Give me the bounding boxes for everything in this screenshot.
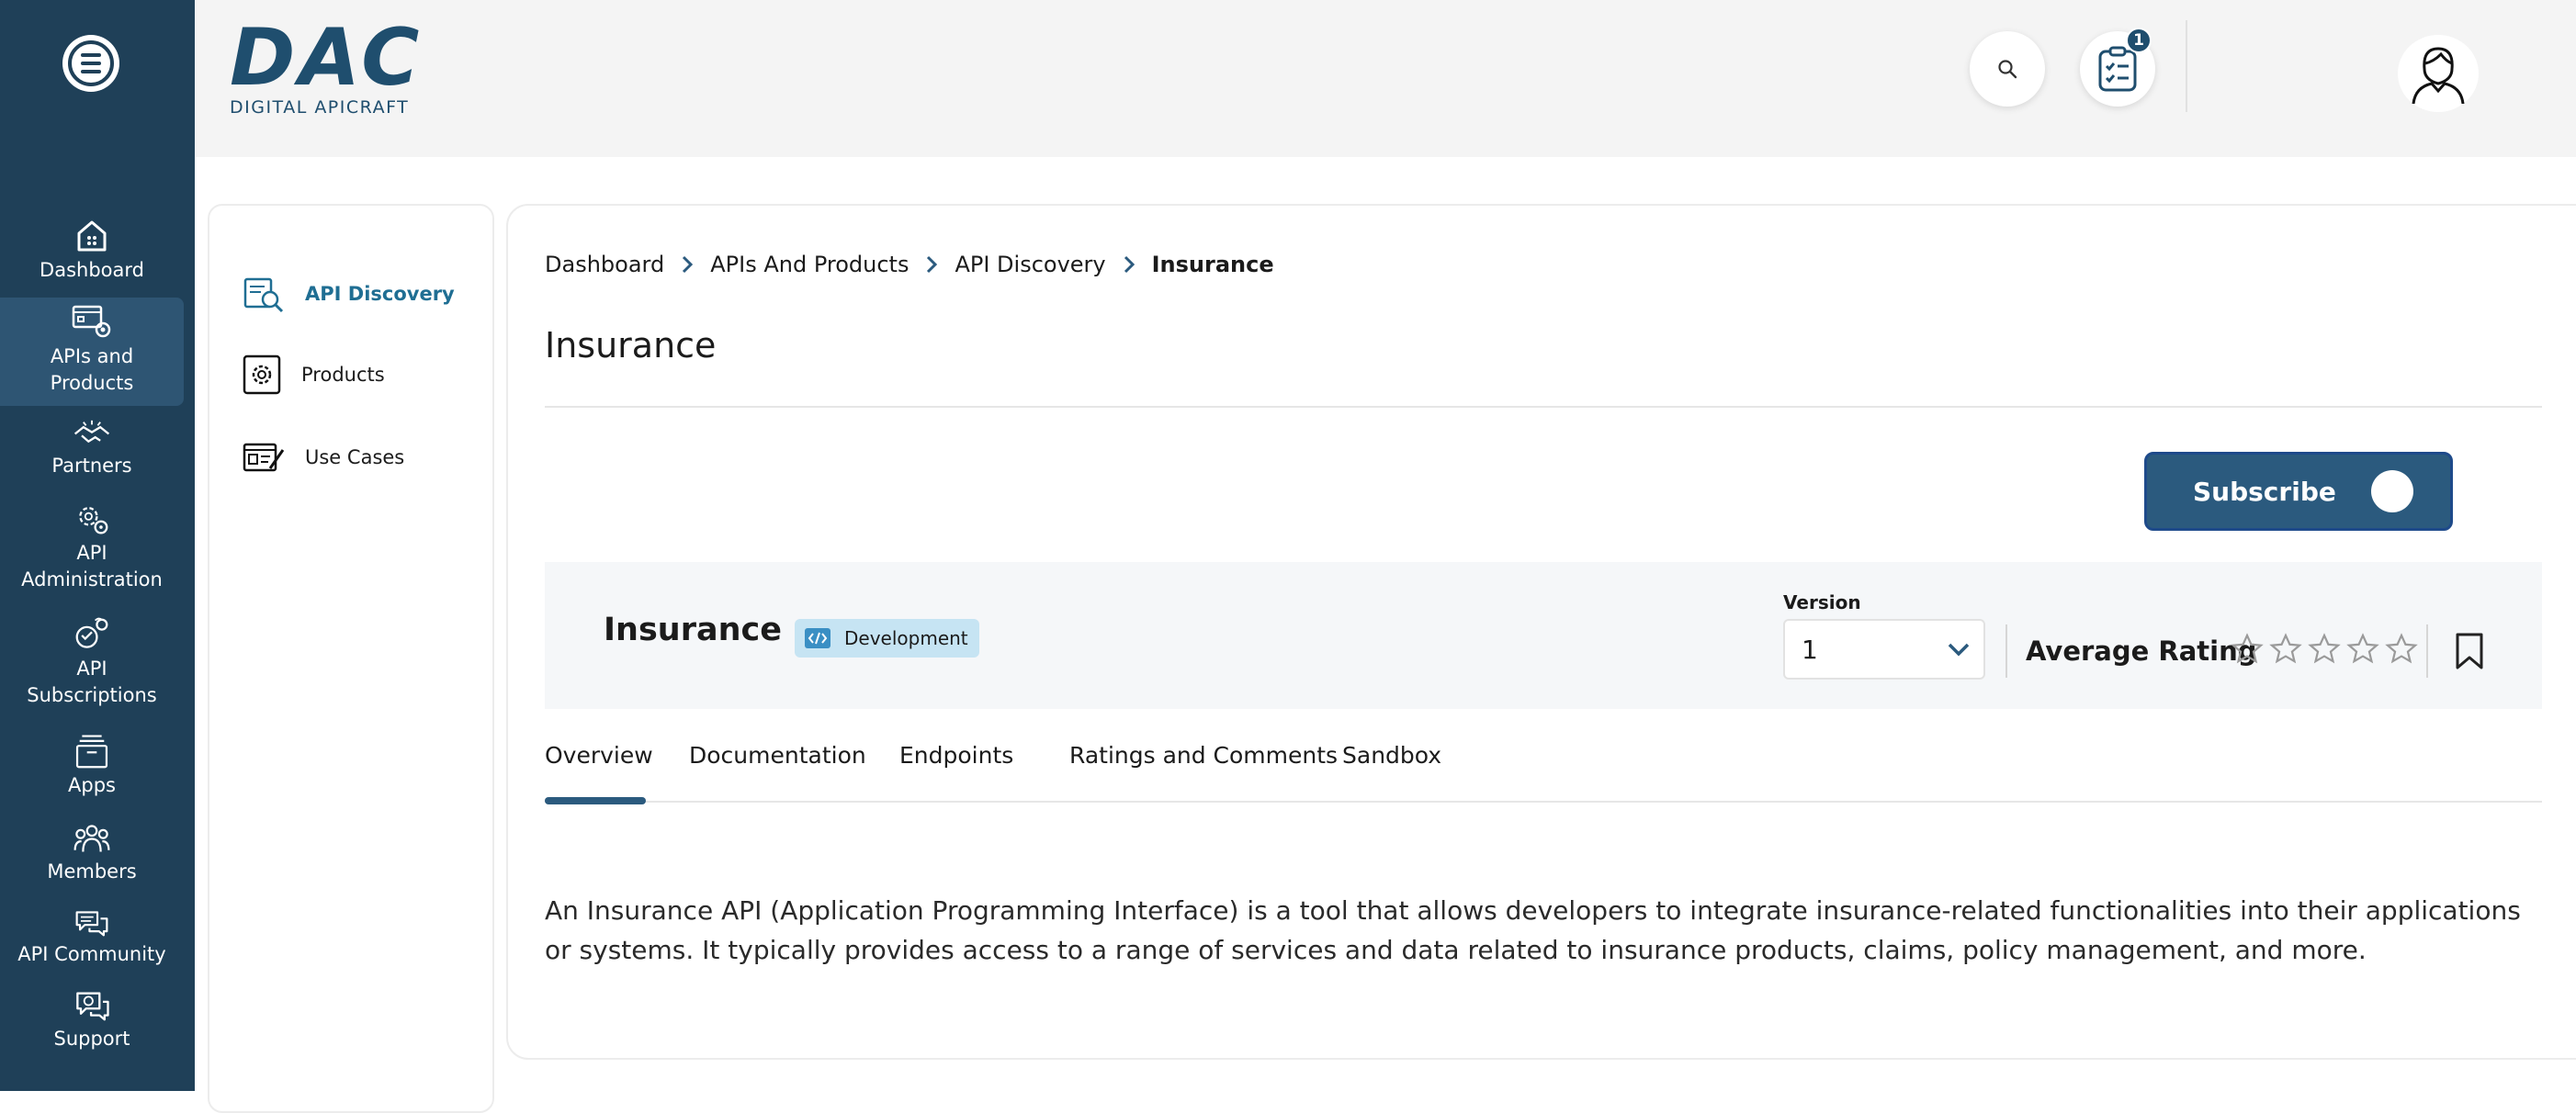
bookmark-button[interactable] [2454,632,2485,674]
star-icon[interactable] [2345,632,2380,667]
api-community-icon [75,911,108,937]
sidebar-item-label: API Community [17,943,166,965]
breadcrumb-dashboard[interactable]: Dashboard [545,252,664,277]
breadcrumb: Dashboard APIs And Products API Discover… [545,252,1274,277]
subscribe-toggle-button[interactable]: Subscribe [2144,452,2453,531]
dashboard-icon [77,220,107,252]
sidebar-item-label: Members [47,860,137,883]
subscribe-label: Subscribe [2193,476,2336,507]
sidebar-item-dashboard[interactable]: Dashboard [0,219,184,287]
chevron-right-icon [681,254,694,275]
version-value: 1 [1802,634,1818,665]
sidebar-item-apis-products[interactable]: APIs and Products [0,298,184,406]
partners-icon [73,420,110,444]
subnav-item-products[interactable]: Products [243,354,385,395]
rating-stars[interactable] [2230,632,2419,667]
header-divider [2186,20,2187,112]
tab-overview[interactable]: Overview [545,742,653,804]
api-subscriptions-icon [75,617,108,648]
breadcrumb-apis-and-products[interactable]: APIs And Products [710,252,909,277]
main-sidebar: Dashboard APIs and Products Partners API… [0,0,195,1091]
sidebar-item-label: API Subscriptions [27,658,157,706]
chevron-right-icon [1123,254,1135,275]
api-name: Insurance [604,612,782,648]
environment-badge: Development [795,619,979,658]
api-detail-card: Dashboard APIs And Products API Discover… [506,204,2576,1060]
api-discovery-icon [243,277,284,313]
use-cases-icon [243,443,285,472]
star-icon[interactable] [2230,632,2265,667]
overview-description: An Insurance API (Application Programmin… [545,895,2521,965]
user-avatar[interactable] [2398,35,2479,112]
tab-sandbox[interactable]: Sandbox [1342,742,1441,803]
average-rating-label: Average Rating [2026,635,2257,667]
version-label: Version [1783,591,1861,613]
hamburger-icon [68,40,114,86]
api-tabs: Overview Documentation Endpoints Ratings… [545,742,2542,804]
sidebar-item-label: Support [53,1028,130,1050]
sidebar-item-api-administration[interactable]: API Administration [0,501,184,593]
star-icon[interactable] [2307,632,2342,667]
version-select[interactable]: 1 [1783,619,1985,680]
api-summary-panel: Insurance Development Version 1 Average … [545,562,2542,709]
sidebar-item-label: API Administration [21,542,163,590]
sidebar-item-apps[interactable]: Apps [0,733,184,799]
apis-products-icon [72,305,111,338]
divider [2005,624,2007,678]
dac-logo[interactable]: DAC DIGITAL APICRAFT [230,18,423,118]
sidebar-item-api-subscriptions[interactable]: API Subscriptions [0,617,184,709]
search-button[interactable] [1970,31,2045,107]
divider [545,406,2542,408]
apps-icon [75,735,108,769]
user-icon [2412,47,2465,105]
chevron-down-icon [1948,643,1970,657]
tab-documentation[interactable]: Documentation [689,742,866,803]
notification-badge: 1 [2126,28,2152,53]
divider [2426,624,2428,678]
secondary-sidebar: API Discovery Products Use Cases [208,204,494,1113]
products-icon [243,354,281,395]
sidebar-item-label: APIs and Products [50,345,134,394]
task-list-icon [2098,46,2137,92]
page-title: Insurance [545,325,717,365]
breadcrumb-api-discovery[interactable]: API Discovery [955,252,1105,277]
chevron-right-icon [925,254,938,275]
sidebar-item-api-community[interactable]: API Community [0,909,184,968]
members-icon [73,825,110,852]
code-icon [805,628,830,648]
api-admin-icon [79,507,108,534]
sidebar-item-label: Apps [68,774,116,796]
search-icon [1998,60,2017,79]
subnav-item-use-cases[interactable]: Use Cases [243,439,404,476]
menu-toggle-button[interactable] [62,35,119,92]
tasks-button[interactable]: 1 [2080,28,2155,107]
toggle-knob [2371,470,2413,512]
tab-ratings-and-comments[interactable]: Ratings and Comments [1069,742,1338,803]
bookmark-icon [2456,633,2483,669]
tab-endpoints[interactable]: Endpoints [899,742,1013,803]
star-icon[interactable] [2268,632,2303,667]
sidebar-item-partners[interactable]: Partners [0,419,184,479]
star-icon[interactable] [2384,632,2419,667]
sidebar-item-support[interactable]: Support [0,990,184,1052]
sidebar-item-label: Partners [51,455,132,477]
support-icon [76,992,109,1021]
sidebar-item-members[interactable]: Members [0,823,184,885]
sidebar-item-label: Dashboard [40,259,144,281]
top-header: DAC DIGITAL APICRAFT 1 [195,0,2576,157]
subnav-item-api-discovery[interactable]: API Discovery [243,274,455,314]
breadcrumb-current: Insurance [1151,252,1274,277]
